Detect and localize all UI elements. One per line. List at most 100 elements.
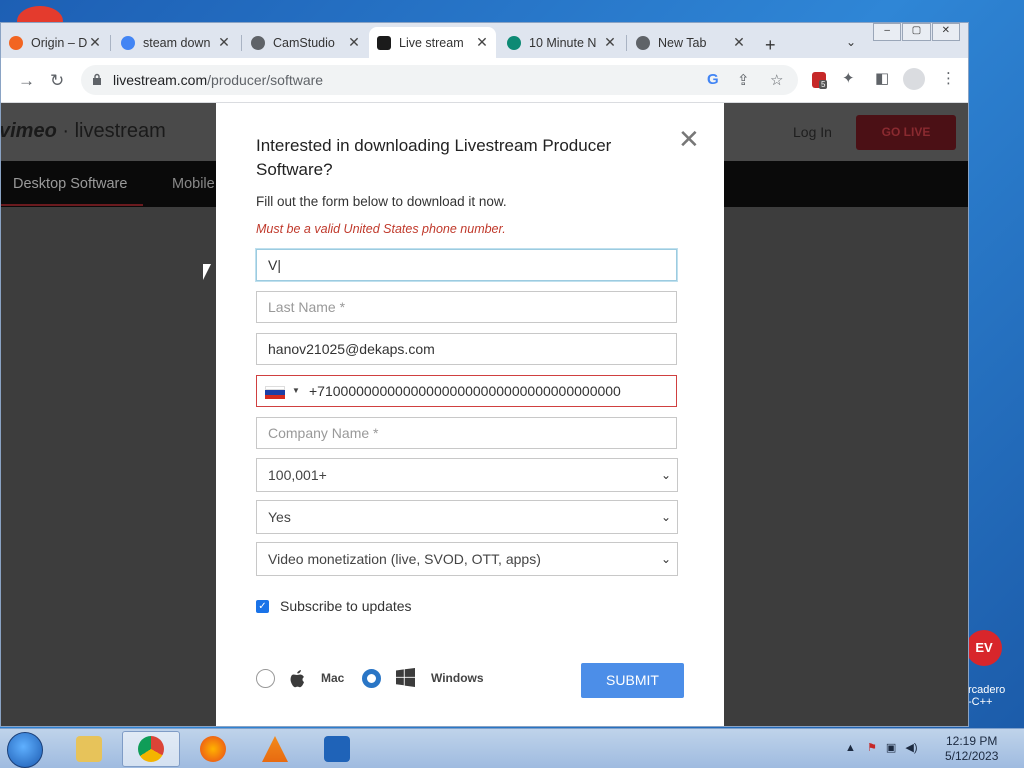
- tab-separator: [626, 35, 627, 51]
- subnav-desktop-software[interactable]: Desktop Software: [13, 176, 127, 192]
- mac-radio[interactable]: [256, 669, 275, 688]
- url-text[interactable]: livestream.com/producer/software: [113, 72, 323, 88]
- tab-title: steam down: [143, 35, 211, 50]
- ublock-extension-icon[interactable]: 5: [812, 72, 828, 89]
- chrome-icon: [636, 35, 650, 50]
- tab-10-minute-mail[interactable]: 10 Minute N ✕: [499, 27, 624, 58]
- russia-flag-icon[interactable]: [265, 386, 285, 399]
- subscribe-label[interactable]: Subscribe to updates: [280, 598, 412, 614]
- employees-select[interactable]: 100,001+ ⌄: [256, 458, 678, 492]
- reload-icon[interactable]: ↻: [50, 71, 64, 91]
- close-tab-icon[interactable]: ✕: [87, 34, 103, 51]
- action-center-flag-icon[interactable]: ⚑: [867, 742, 877, 754]
- network-icon[interactable]: ▣: [886, 742, 896, 754]
- window-controls: – ▢ ✕: [873, 23, 961, 41]
- globe-icon: [251, 35, 265, 50]
- use-case-select[interactable]: Video monetization (live, SVOD, OTT, app…: [256, 542, 678, 576]
- brand-vimeo: vimeo: [0, 120, 57, 142]
- embarcadero-label-2: -C++: [968, 696, 993, 708]
- tab-separator: [241, 35, 242, 51]
- tab-camstudio[interactable]: CamStudio ✕: [243, 27, 368, 58]
- embarcadero-desktop-shortcut[interactable]: EV rcadero -C++: [962, 630, 1024, 715]
- start-button[interactable]: [7, 732, 43, 768]
- taskbar-firefox[interactable]: [184, 731, 242, 767]
- modal-title: Interested in downloading Livestream Pro…: [256, 136, 612, 179]
- tab-title: Live stream: [399, 35, 464, 50]
- firefox-icon: [200, 736, 226, 762]
- company-name-input[interactable]: Company Name *: [256, 417, 677, 449]
- submit-button[interactable]: SUBMIT: [581, 663, 684, 698]
- close-tab-icon[interactable]: ✕: [602, 34, 618, 51]
- tab-strip: Origin – Do ✕ steam down ✕ CamStudio ✕ L…: [1, 23, 968, 58]
- google-translate-icon[interactable]: G: [707, 71, 719, 88]
- new-tab-plus-icon[interactable]: +: [765, 35, 776, 56]
- email-input[interactable]: hanov21025@dekaps.com: [256, 333, 677, 365]
- tab-search-chevron-icon[interactable]: ⌄: [846, 35, 856, 49]
- side-panel-icon[interactable]: ◧: [875, 69, 889, 87]
- subnav-mobile[interactable]: Mobile: [172, 176, 215, 192]
- mac-label[interactable]: Mac: [321, 671, 344, 685]
- forward-arrow-icon[interactable]: →: [18, 71, 35, 91]
- menu-kebab-icon[interactable]: ⋮: [941, 69, 956, 87]
- close-tab-icon[interactable]: ✕: [216, 34, 232, 51]
- last-name-input[interactable]: Last Name *: [256, 291, 677, 323]
- extensions-puzzle-icon[interactable]: ✦: [842, 69, 855, 87]
- vimeo-livestream-logo[interactable]: vimeo · livestream: [0, 120, 166, 143]
- bookmark-star-icon[interactable]: ☆: [770, 71, 783, 89]
- mouse-cursor: [203, 264, 215, 280]
- url-domain: livestream.com: [113, 72, 208, 88]
- tab-title: CamStudio: [273, 35, 335, 50]
- tab-title: New Tab: [658, 35, 707, 50]
- email-value: hanov21025@dekaps.com: [268, 341, 435, 357]
- vimeo-icon: [377, 35, 391, 50]
- tab-origin[interactable]: Origin – Do ✕: [1, 27, 109, 58]
- phone-input[interactable]: ▼ +7100000000000000000000000000000000000…: [256, 375, 677, 407]
- go-live-button[interactable]: GO LIVE: [856, 115, 956, 150]
- tab-separator: [110, 35, 111, 51]
- folder-icon: [76, 736, 102, 762]
- tab-livestream[interactable]: Live stream ✕: [369, 27, 496, 58]
- login-link[interactable]: Log In: [793, 124, 832, 140]
- phone-error-message: Must be a valid United States phone numb…: [256, 222, 506, 236]
- close-tab-icon[interactable]: ✕: [474, 34, 490, 51]
- profile-avatar[interactable]: [903, 68, 925, 90]
- employees-selected: 100,001+: [268, 467, 327, 483]
- lock-icon[interactable]: [92, 73, 102, 85]
- taskbar-explorer[interactable]: [60, 731, 118, 767]
- download-form-modal: ✕ Interested in downloading Livestream P…: [216, 103, 724, 726]
- maximize-icon[interactable]: ▢: [902, 23, 931, 41]
- volume-icon[interactable]: ◀): [905, 742, 917, 754]
- use-case-selected: Video monetization (live, SVOD, OTT, app…: [268, 551, 541, 567]
- subscribe-row: ✓ Subscribe to updates: [256, 598, 412, 614]
- address-bar[interactable]: livestream.com/producer/software G ⇪ ☆: [81, 65, 798, 95]
- modal-subtitle: Fill out the form below to download it n…: [256, 194, 507, 209]
- chevron-down-icon: ⌄: [660, 468, 671, 482]
- minimize-icon[interactable]: –: [873, 23, 902, 41]
- streaming-select[interactable]: Yes ⌄: [256, 500, 678, 534]
- subscribe-checkbox[interactable]: ✓: [256, 599, 269, 613]
- taskbar-vlc[interactable]: [246, 731, 304, 767]
- origin-icon: [9, 35, 23, 50]
- active-nav-underline: [1, 204, 143, 206]
- taskbar-app[interactable]: [308, 731, 366, 767]
- windows-radio[interactable]: [362, 669, 381, 688]
- tab-title: 10 Minute N: [529, 35, 597, 50]
- close-tab-icon[interactable]: ✕: [731, 34, 747, 51]
- share-icon[interactable]: ⇪: [737, 71, 750, 89]
- brand-livestream: livestream: [74, 120, 166, 142]
- first-name-input[interactable]: V|: [256, 249, 677, 281]
- close-window-icon[interactable]: ✕: [931, 23, 960, 41]
- mail-service-icon: [507, 35, 521, 50]
- close-tab-icon[interactable]: ✕: [346, 34, 362, 51]
- windows-label[interactable]: Windows: [431, 671, 484, 685]
- country-dropdown-caret-icon[interactable]: ▼: [292, 376, 300, 406]
- tab-steam-download[interactable]: steam down ✕: [113, 27, 238, 58]
- tab-new-tab[interactable]: New Tab ✕: [628, 27, 753, 58]
- tray-expand-icon[interactable]: ▲: [845, 742, 856, 754]
- taskbar-clock[interactable]: 12:19 PM 5/12/2023: [945, 734, 998, 764]
- browser-window: Origin – Do ✕ steam down ✕ CamStudio ✕ L…: [0, 22, 969, 727]
- phone-value: +710000000000000000000000000000000000000: [309, 383, 621, 399]
- close-modal-icon[interactable]: ✕: [678, 126, 700, 152]
- streaming-selected: Yes: [268, 509, 291, 525]
- taskbar-chrome[interactable]: [122, 731, 180, 767]
